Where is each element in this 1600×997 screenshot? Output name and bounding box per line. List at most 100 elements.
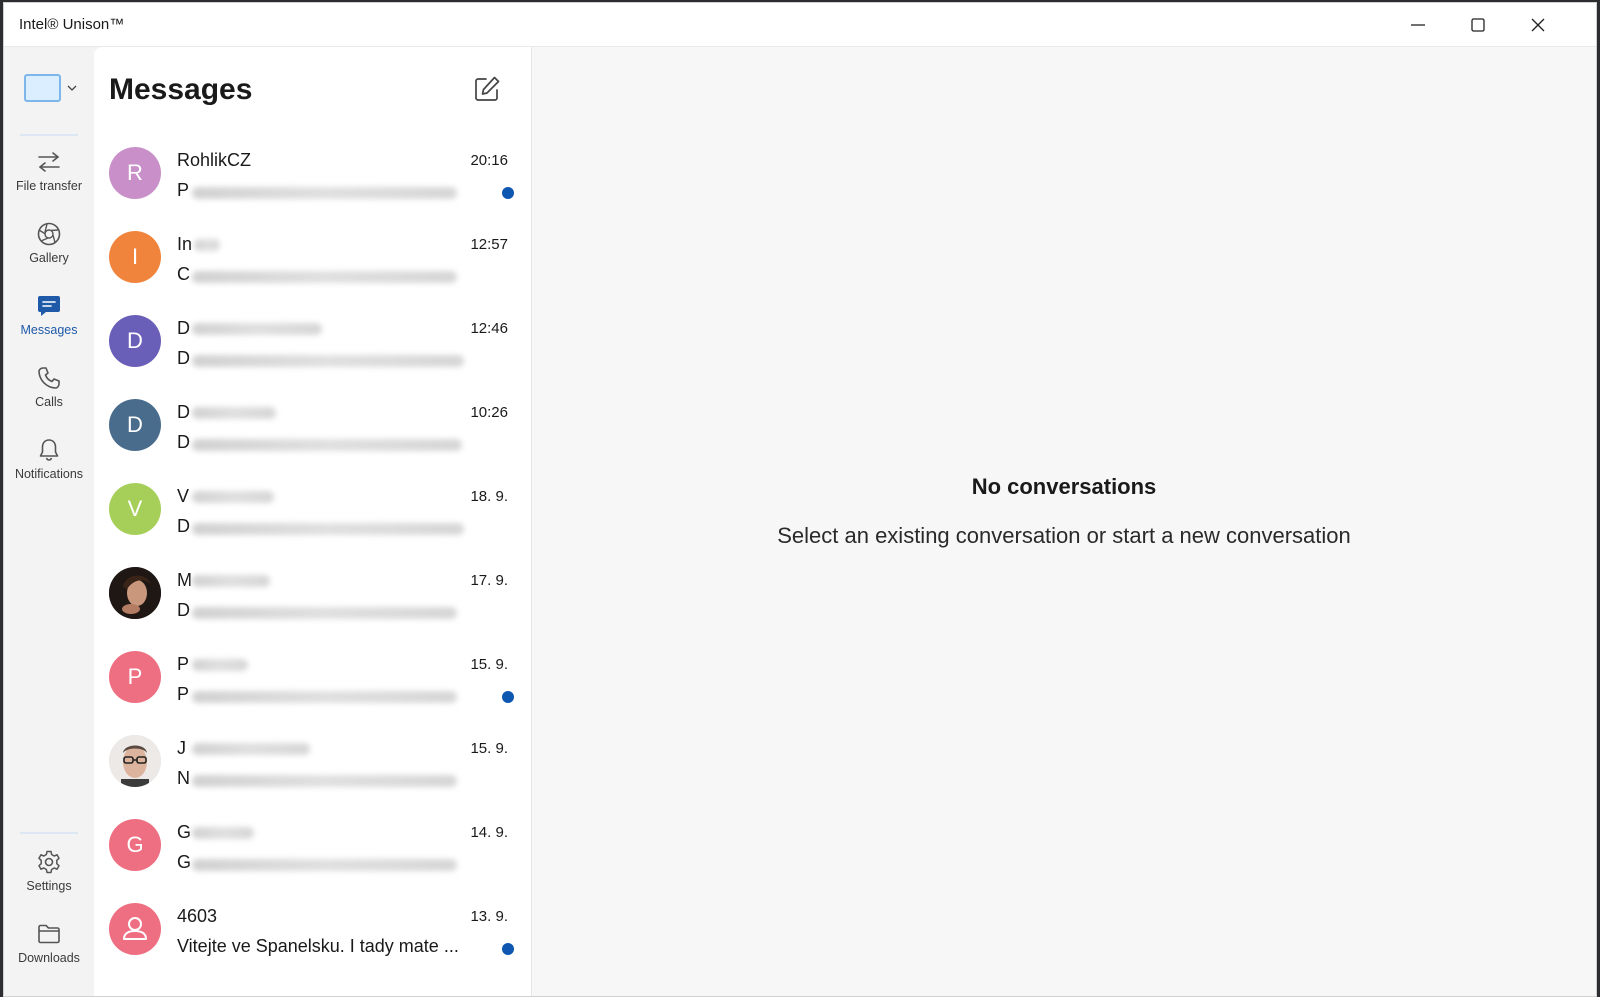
nav-label-calls: Calls	[35, 395, 63, 409]
contact-photo	[109, 735, 161, 787]
close-button[interactable]	[1508, 3, 1568, 47]
avatar-initial: R	[127, 160, 143, 185]
avatar-initial: D	[127, 412, 143, 437]
conversation-item[interactable]: P P 15. 9. P	[94, 651, 531, 735]
nav-item-settings[interactable]: Settings	[4, 843, 94, 909]
avatar: D	[109, 399, 161, 451]
nav-item-notifications[interactable]: Notifications	[4, 431, 94, 497]
minimize-icon	[1411, 24, 1425, 26]
avatar: G	[109, 819, 161, 871]
nav-label-messages: Messages	[20, 323, 78, 337]
redacted-preview	[192, 523, 464, 535]
redacted-preview	[192, 355, 464, 367]
redacted-preview	[192, 271, 457, 283]
conversation-time: 12:57	[470, 236, 508, 253]
redacted-name	[192, 659, 248, 671]
redacted-preview	[192, 859, 457, 871]
conversation-item[interactable]: M 17. 9. D	[94, 567, 531, 651]
conversation-name: 4603	[177, 906, 218, 926]
laptop-icon	[24, 74, 61, 102]
conversation-item[interactable]: G G 14. 9. G	[94, 819, 531, 903]
nav-divider-bottom	[20, 832, 78, 834]
conversation-time: 13. 9.	[470, 908, 508, 925]
conversation-time: 10:26	[470, 404, 508, 421]
avatar: P	[109, 651, 161, 703]
conversation-time: 12:46	[470, 320, 508, 337]
conversation-time: 17. 9.	[470, 572, 508, 589]
avatar: V	[109, 483, 161, 535]
close-icon	[1531, 18, 1545, 32]
device-selector[interactable]	[24, 67, 86, 109]
conversation-list-pane: Messages R RohlikCZ 20:16 P I In 12:57 C…	[94, 47, 532, 996]
avatar	[109, 735, 161, 787]
conversation-time: 18. 9.	[470, 488, 508, 505]
gear-icon	[38, 850, 60, 874]
person-icon	[123, 917, 147, 940]
avatar-initial: I	[131, 244, 139, 269]
redacted-name	[192, 827, 254, 839]
conversation-item[interactable]: 4603 13. 9. Vitejte ve Spanelsku. I tady…	[94, 903, 531, 987]
bell-icon	[39, 439, 59, 461]
new-message-button[interactable]	[472, 74, 504, 106]
empty-state-subtitle: Select an existing conversation or start…	[777, 523, 1351, 548]
nav-item-gallery[interactable]: Gallery	[4, 215, 94, 281]
avatar	[109, 903, 161, 955]
redacted-name	[194, 239, 220, 251]
conversation-time: 15. 9.	[470, 740, 508, 757]
avatar-initial: P	[127, 664, 143, 689]
avatar: D	[109, 315, 161, 367]
nav-label-gallery: Gallery	[29, 251, 69, 265]
avatar-initial: V	[127, 496, 143, 521]
nav-label-settings: Settings	[26, 879, 72, 893]
unread-indicator	[502, 943, 514, 955]
contact-photo	[109, 567, 161, 619]
conversation-item[interactable]: D D 10:26 D	[94, 399, 531, 483]
conversation-name: RohlikCZ	[177, 150, 252, 170]
redacted-preview	[192, 439, 462, 451]
nav-divider	[20, 134, 78, 136]
redacted-name	[192, 323, 322, 335]
nav-item-messages[interactable]: Messages	[4, 287, 94, 353]
folder-icon	[38, 924, 60, 944]
conversation-time: 15. 9.	[470, 656, 508, 673]
redacted-preview	[192, 691, 457, 703]
unread-indicator	[502, 187, 514, 199]
nav-item-file-transfer[interactable]: File transfer	[4, 143, 94, 209]
redacted-name	[192, 491, 274, 503]
redacted-name	[192, 407, 276, 419]
conversation-time: 20:16	[470, 152, 508, 169]
compose-icon	[475, 76, 500, 101]
nav-item-downloads[interactable]: Downloads	[4, 915, 94, 981]
conversation-time: 14. 9.	[470, 824, 508, 841]
title-bar: Intel® Unison™	[4, 3, 1596, 47]
nav-label-notifications: Notifications	[14, 467, 84, 481]
chevron-down-icon	[67, 85, 77, 91]
redacted-preview	[192, 607, 457, 619]
empty-state-title: No conversations	[971, 474, 1157, 499]
redacted-name	[192, 743, 310, 755]
avatar	[109, 567, 161, 619]
nav-item-calls[interactable]: Calls	[4, 359, 94, 425]
redacted-preview	[192, 775, 457, 787]
app-window: Intel® Unison™ File transfer Gallery Mes…	[3, 2, 1597, 997]
minimize-button[interactable]	[1388, 3, 1448, 47]
page-title: Messages	[109, 73, 253, 106]
side-nav: File transfer Gallery Messages Calls Not…	[4, 47, 94, 996]
maximize-button[interactable]	[1448, 3, 1508, 47]
conversation-item[interactable]: J 15. 9. N	[94, 735, 531, 819]
conversation-item[interactable]: D D 12:46 D	[94, 315, 531, 399]
avatar-initial: D	[127, 328, 143, 353]
app-title: Intel® Unison™	[19, 16, 125, 33]
conversation-item[interactable]: V V 18. 9. D	[94, 483, 531, 567]
chat-bubble-icon	[38, 296, 60, 316]
conversation-preview: Vitejte ve Spanelsku. I tady mate ...	[177, 936, 459, 956]
aperture-icon	[37, 222, 61, 246]
transfer-arrows-icon	[38, 152, 60, 172]
conversation-item[interactable]: I In 12:57 C	[94, 231, 531, 315]
conversation-item[interactable]: R RohlikCZ 20:16 P	[94, 147, 531, 231]
phone-icon	[38, 367, 60, 389]
nav-label-file-transfer: File transfer	[16, 179, 82, 193]
maximize-icon	[1471, 18, 1485, 32]
conversation-detail-pane: No conversations Select an existing conv…	[532, 47, 1596, 996]
unread-indicator	[502, 691, 514, 703]
